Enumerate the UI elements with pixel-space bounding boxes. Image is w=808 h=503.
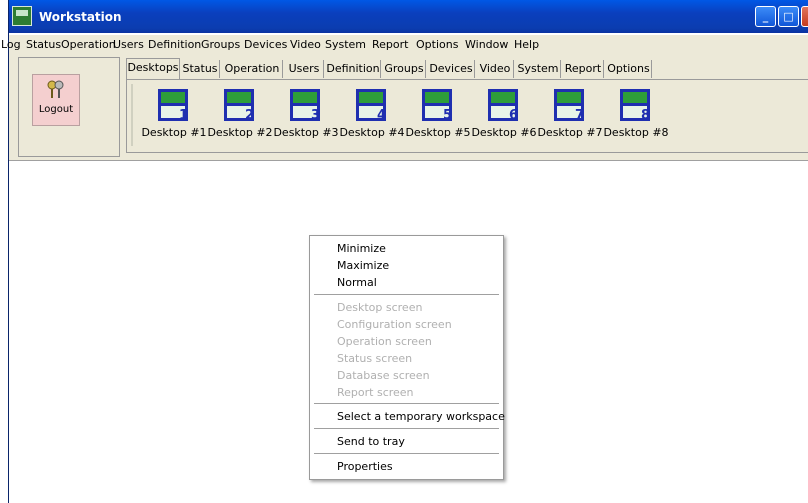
- desktop-8-button[interactable]: 8 Desktop #8: [603, 84, 669, 146]
- desktop-1-button[interactable]: 1 Desktop #1: [141, 84, 207, 146]
- menu-definition[interactable]: Definition: [148, 38, 201, 51]
- tab-options[interactable]: Options: [606, 60, 652, 78]
- cm-operation-screen: Operation screen: [337, 335, 432, 348]
- cm-desktop-screen: Desktop screen: [337, 301, 423, 314]
- desktop-number: 1: [179, 108, 188, 123]
- monitor-icon: 3: [290, 89, 320, 123]
- desktop-label: Desktop #4: [339, 126, 405, 139]
- menu-devices[interactable]: Devices: [244, 38, 287, 51]
- menu-window[interactable]: Window: [465, 38, 508, 51]
- tab-report[interactable]: Report: [563, 60, 604, 78]
- desktop-number: 6: [509, 108, 518, 123]
- menu-help[interactable]: Help: [514, 38, 539, 51]
- cm-separator: [314, 403, 499, 404]
- menu-log[interactable]: Log: [1, 38, 21, 51]
- desktop-2-button[interactable]: 2 Desktop #2: [207, 84, 273, 146]
- menu-video[interactable]: Video: [290, 38, 321, 51]
- cm-maximize[interactable]: Maximize: [337, 259, 389, 272]
- monitor-icon: 1: [158, 89, 188, 123]
- logout-panel: Logout: [18, 57, 120, 157]
- monitor-icon: 8: [620, 89, 650, 123]
- cm-separator: [314, 453, 499, 454]
- maximize-button[interactable]: □: [778, 6, 799, 27]
- window-title: Workstation: [39, 10, 122, 24]
- monitor-icon: 2: [224, 89, 254, 123]
- tab-operation[interactable]: Operation: [222, 60, 283, 78]
- minimize-button[interactable]: _: [755, 6, 776, 27]
- cm-separator: [314, 294, 499, 295]
- desktop-6-button[interactable]: 6 Desktop #6: [471, 84, 537, 146]
- cm-normal[interactable]: Normal: [337, 276, 377, 289]
- monitor-icon: 6: [488, 89, 518, 123]
- desktop-label: Desktop #2: [207, 126, 273, 139]
- menu-system[interactable]: System: [325, 38, 366, 51]
- cm-send-to-tray[interactable]: Send to tray: [337, 435, 405, 448]
- desktop-number: 2: [245, 108, 254, 123]
- cm-separator: [314, 428, 499, 429]
- menu-operation[interactable]: Operation: [61, 38, 116, 51]
- keys-icon: [47, 80, 64, 98]
- desktop-label: Desktop #3: [273, 126, 339, 139]
- cm-properties[interactable]: Properties: [337, 460, 393, 473]
- desktop-number: 7: [575, 108, 584, 123]
- desktop-label: Desktop #1: [141, 126, 207, 139]
- cm-report-screen: Report screen: [337, 386, 414, 399]
- menu-report[interactable]: Report: [372, 38, 408, 51]
- cm-database-screen: Database screen: [337, 369, 430, 382]
- desktop-5-button[interactable]: 5 Desktop #5: [405, 84, 471, 146]
- monitor-icon: 7: [554, 89, 584, 123]
- tab-definition[interactable]: Definition: [326, 60, 381, 78]
- desktop-7-button[interactable]: 7 Desktop #7: [537, 84, 603, 146]
- tab-system[interactable]: System: [516, 60, 561, 78]
- cm-configuration-screen: Configuration screen: [337, 318, 452, 331]
- desktop-number: 8: [641, 108, 650, 123]
- tab-groups[interactable]: Groups: [383, 60, 426, 78]
- app-icon[interactable]: [12, 6, 32, 26]
- monitor-icon: 5: [422, 89, 452, 123]
- desktop-label: Desktop #5: [405, 126, 471, 139]
- desktop-label: Desktop #7: [537, 126, 603, 139]
- app-window: Workstation _ □ × Log Status Operation U…: [1, 0, 808, 503]
- tab-devices[interactable]: Devices: [428, 60, 475, 78]
- menu-users[interactable]: Users: [113, 38, 144, 51]
- tab-users[interactable]: Users: [285, 60, 324, 78]
- desktop-number: 4: [377, 108, 386, 123]
- desktop-label: Desktop #8: [603, 126, 669, 139]
- cm-minimize[interactable]: Minimize: [337, 242, 386, 255]
- tab-video[interactable]: Video: [477, 60, 514, 78]
- desktop-label: Desktop #6: [471, 126, 537, 139]
- menu-bar: Log Status Operation Users Definition Gr…: [1, 35, 808, 53]
- menu-groups[interactable]: Groups: [201, 38, 240, 51]
- tab-status[interactable]: Status: [181, 60, 220, 78]
- menu-options[interactable]: Options: [416, 38, 458, 51]
- desktop-3-button[interactable]: 3 Desktop #3: [273, 84, 339, 146]
- desktops-list: 1 Desktop #1 2 Desktop #2 3 Desktop #3 4…: [131, 84, 808, 146]
- monitor-icon: 4: [356, 89, 386, 123]
- toolbar-area: Logout Desktops Status Operation Users D…: [9, 53, 808, 161]
- context-menu: Minimize Maximize Normal Desktop screen …: [309, 235, 505, 480]
- menu-status[interactable]: Status: [26, 38, 61, 51]
- close-button[interactable]: ×: [801, 6, 808, 27]
- desktop-4-button[interactable]: 4 Desktop #4: [339, 84, 405, 146]
- cm-temp-workspace[interactable]: Select a temporary workspace: [337, 410, 505, 423]
- logout-button[interactable]: Logout: [32, 74, 80, 126]
- desktop-number: 3: [311, 108, 320, 123]
- tab-desktops[interactable]: Desktops: [126, 58, 180, 79]
- desktops-panel: 1 Desktop #1 2 Desktop #2 3 Desktop #3 4…: [126, 79, 808, 153]
- desktop-number: 5: [443, 108, 452, 123]
- title-bar[interactable]: Workstation _ □ ×: [9, 0, 808, 33]
- logout-label: Logout: [38, 104, 74, 115]
- cm-status-screen: Status screen: [337, 352, 413, 365]
